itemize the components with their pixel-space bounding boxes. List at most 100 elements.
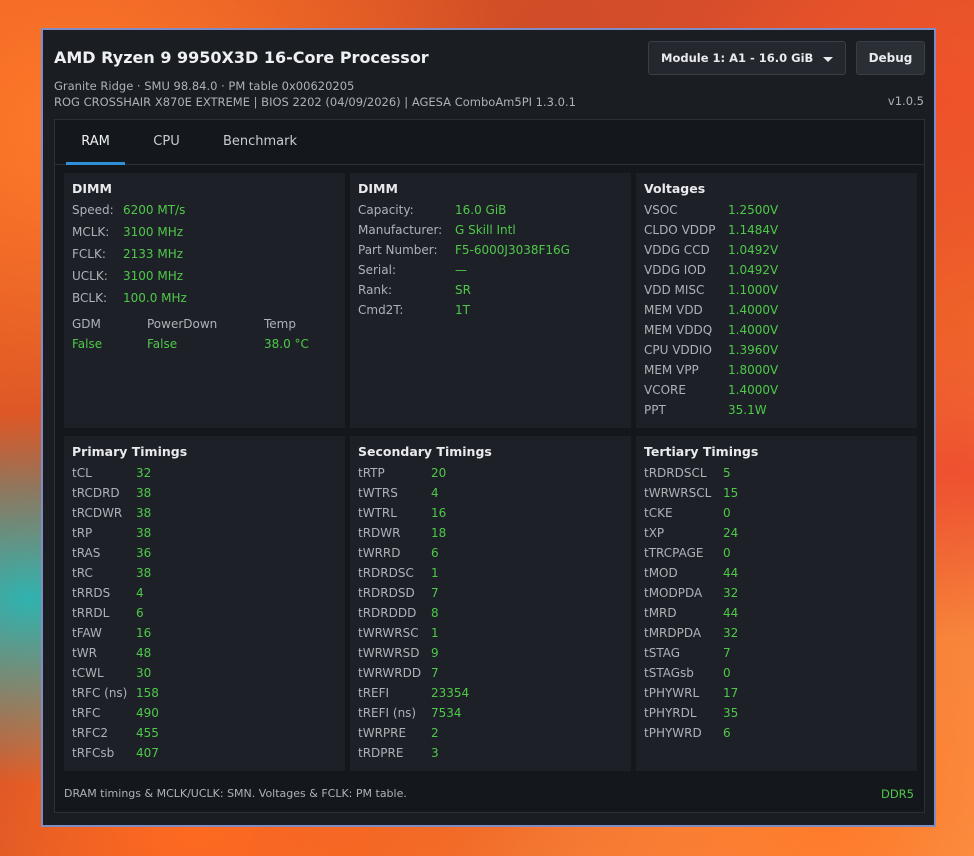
row-label: tPHYWRL <box>644 686 700 700</box>
row-label: Serial: <box>358 263 396 277</box>
row-label: MEM VDD <box>644 303 703 317</box>
row-value: 158 <box>136 686 159 700</box>
row-value: 1.0492V <box>728 243 779 257</box>
row-value: 455 <box>136 726 159 740</box>
row-value: 38 <box>136 526 152 540</box>
row-value: 1.1484V <box>728 223 779 237</box>
row-label: VCORE <box>644 383 686 397</box>
row-value: 24 <box>723 526 739 540</box>
panel-title: Tertiary Timings <box>644 444 759 459</box>
footer-note: DRAM timings & MCLK/UCLK: SMN. Voltages … <box>64 787 407 800</box>
row-value: 4 <box>136 586 144 600</box>
row-label: UCLK: <box>72 269 108 283</box>
row-value: 32 <box>723 626 739 640</box>
row-label: VDDG CCD <box>644 243 710 257</box>
row-value: 9 <box>431 646 439 660</box>
dimm-clocks-panel: DIMM Speed: 6200 MT/s MCLK: 3100 MHz FCLK: 21… <box>64 173 345 428</box>
panel-title: Voltages <box>644 181 706 196</box>
row-label: tRCDRD <box>72 486 120 500</box>
row-label: tREFI (ns) <box>358 706 417 720</box>
row-label: tRDRDSD <box>358 586 415 600</box>
row-value: 23354 <box>431 686 470 700</box>
row-value: 7 <box>431 586 439 600</box>
header: AMD Ryzen 9 9950X3D 16-Core Processor Gr… <box>43 30 934 118</box>
row-label: tRDWR <box>358 526 401 540</box>
row-value: 32 <box>723 586 739 600</box>
row-label: tRFC2 <box>72 726 108 740</box>
row-label: MCLK: <box>72 225 110 239</box>
row-value: 6 <box>431 546 439 560</box>
row-value: SR <box>455 283 471 297</box>
row-value: 1.2500V <box>728 203 779 217</box>
board-info-line: ROG CROSSHAIR X870E EXTREME | BIOS 2202 … <box>54 95 576 109</box>
row-label: tWR <box>72 646 97 660</box>
module-select[interactable]: Module 1: A1 - 16.0 GiB <box>648 41 846 75</box>
main-content: RAM CPU Benchmark DIMM Speed: 6200 MT/s MC… <box>54 119 925 813</box>
row-value: 6200 MT/s <box>123 203 186 217</box>
row-label: tFAW <box>72 626 102 640</box>
row-value: 100.0 MHz <box>123 291 187 305</box>
flag-label: Temp <box>264 317 296 331</box>
row-label: tWRWRDD <box>358 666 422 680</box>
row-value: 490 <box>136 706 159 720</box>
tab-cpu[interactable]: CPU <box>141 120 192 164</box>
row-label: tCL <box>72 466 92 480</box>
row-label: tRAS <box>72 546 101 560</box>
row-label: tREFI <box>358 686 390 700</box>
row-value: 18 <box>431 526 447 540</box>
debug-button[interactable]: Debug <box>856 41 925 75</box>
row-value: 3100 MHz <box>123 269 184 283</box>
row-value: 44 <box>723 606 739 620</box>
panel-title: DIMM <box>358 181 398 196</box>
row-label: tPHYRDL <box>644 706 697 720</box>
row-value: 17 <box>723 686 739 700</box>
row-value: 7534 <box>431 706 462 720</box>
row-label: CPU VDDIO <box>644 343 712 357</box>
row-label: tRRDL <box>72 606 110 620</box>
cpu-name: AMD Ryzen 9 9950X3D 16-Core Processor <box>54 48 429 67</box>
tab-benchmark[interactable]: Benchmark <box>210 120 310 164</box>
row-value: 48 <box>136 646 152 660</box>
row-label: tSTAG <box>644 646 681 660</box>
row-value: 15 <box>723 486 739 500</box>
row-label: Manufacturer: <box>358 223 443 237</box>
tab-ram[interactable]: RAM <box>66 120 125 165</box>
row-label: tRFC (ns) <box>72 686 128 700</box>
row-value: 16 <box>136 626 152 640</box>
row-value: 30 <box>136 666 152 680</box>
panel-title: DIMM <box>72 181 112 196</box>
row-label: tWRWRSC <box>358 626 419 640</box>
row-value: 1.3960V <box>728 343 779 357</box>
row-label: tRFC <box>72 706 101 720</box>
row-label: Speed: <box>72 203 114 217</box>
row-value: 1.4000V <box>728 383 779 397</box>
memory-type-label: DDR5 <box>880 787 914 801</box>
row-value: 4 <box>431 486 439 500</box>
row-value: 1.1000V <box>728 283 779 297</box>
row-label: PPT <box>644 403 666 417</box>
row-value: 44 <box>723 566 739 580</box>
row-value: 8 <box>431 606 439 620</box>
row-value: 36 <box>136 546 152 560</box>
row-label: VDDG IOD <box>644 263 707 277</box>
row-label: tWRWRSD <box>358 646 420 660</box>
row-label: tWRWRSCL <box>644 486 712 500</box>
row-label: Capacity: <box>358 203 414 217</box>
row-label: tMOD <box>644 566 678 580</box>
row-label: tMRD <box>644 606 677 620</box>
row-label: tMODPDA <box>644 586 703 600</box>
row-label: tRTP <box>358 466 385 480</box>
row-label: tWRPRE <box>358 726 407 740</box>
row-value: 3100 MHz <box>123 225 184 239</box>
row-value: 35.1W <box>728 403 767 417</box>
row-label: tCKE <box>644 506 673 520</box>
row-value: 0 <box>723 506 731 520</box>
flag-value: False <box>147 337 178 351</box>
row-label: tRC <box>72 566 93 580</box>
row-label: VSOC <box>644 203 678 217</box>
module-select-value: Module 1: A1 - 16.0 GiB <box>661 51 814 65</box>
row-value: 6 <box>136 606 144 620</box>
row-label: MEM VPP <box>644 363 699 377</box>
row-value: 16 <box>431 506 447 520</box>
row-value: 20 <box>431 466 447 480</box>
